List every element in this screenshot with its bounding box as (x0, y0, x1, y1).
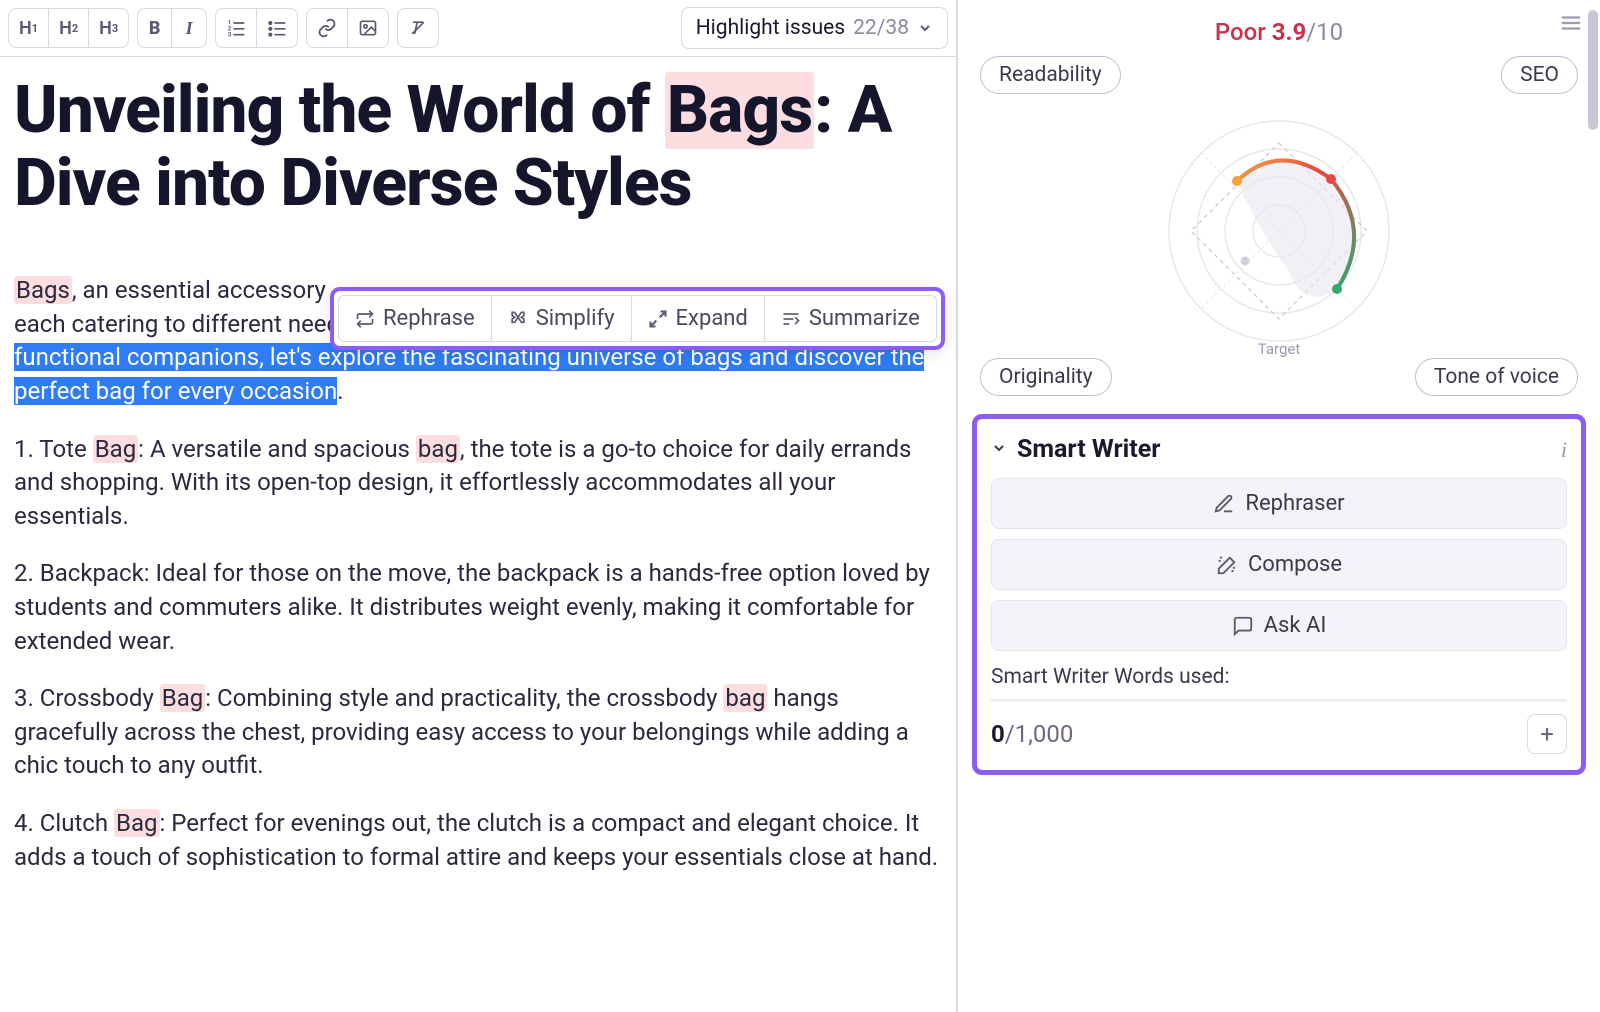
h3-button[interactable]: H3 (89, 9, 128, 47)
simplify-button[interactable]: Simplify (492, 296, 632, 341)
score-label: Poor (1215, 18, 1266, 46)
keyword-highlight: Bags (665, 72, 814, 149)
h2-button[interactable]: H2 (49, 9, 89, 47)
seo-pill[interactable]: SEO (1501, 56, 1578, 94)
originality-pill[interactable]: Originality (980, 358, 1112, 396)
ordered-list-button[interactable]: 123 (216, 9, 257, 47)
clear-group (397, 8, 439, 48)
scrollbar-thumb[interactable] (1588, 10, 1598, 130)
rephrase-button[interactable]: Rephrase (339, 296, 492, 341)
words-used-label: Smart Writer Words used: (991, 665, 1567, 689)
radar-chart (1159, 111, 1399, 351)
h1-button[interactable]: H1 (9, 9, 49, 47)
list-item-2[interactable]: 2. Backpack: Ideal for those on the move… (14, 557, 942, 658)
add-words-button[interactable]: + (1527, 714, 1567, 754)
keyword-highlight: Bag (114, 809, 159, 837)
chat-icon (1232, 615, 1254, 637)
smart-writer-title: Smart Writer (1017, 435, 1551, 464)
link-button[interactable] (307, 9, 348, 47)
summarize-icon (781, 309, 801, 329)
tone-pill[interactable]: Tone of voice (1415, 358, 1578, 396)
side-panel: Poor 3.9/10 Readability SEO Originality … (958, 0, 1600, 1012)
score-value: 3.9 (1272, 18, 1307, 46)
chevron-down-icon (917, 20, 933, 36)
editor-pane: H1 H2 H3 B I 123 (0, 0, 958, 1012)
ordered-list-icon: 123 (226, 18, 246, 38)
svg-text:3: 3 (228, 30, 232, 38)
insert-group (306, 8, 389, 48)
expand-button[interactable]: Expand (632, 296, 765, 341)
list-item-3[interactable]: 3. Crossbody Bag: Combining style and pr… (14, 682, 942, 783)
format-group: B I (137, 8, 207, 48)
keyword-highlight: bag (416, 435, 460, 463)
menu-button[interactable] (1560, 14, 1582, 36)
quality-radar: Readability SEO Originality Tone of voic… (972, 56, 1586, 396)
clear-format-button[interactable] (398, 9, 438, 47)
clear-format-icon (408, 18, 428, 38)
info-button[interactable]: i (1561, 437, 1567, 463)
heading-group: H1 H2 H3 (8, 8, 129, 48)
readability-pill[interactable]: Readability (980, 56, 1121, 94)
document-title[interactable]: Unveiling the World of Bags: A Dive into… (14, 75, 942, 220)
highlight-issues-label: Highlight issues (696, 16, 845, 40)
bold-button[interactable]: B (138, 9, 172, 47)
chevron-down-icon (991, 440, 1007, 456)
keyword-highlight: bag (723, 684, 767, 712)
bullet-list-icon (267, 18, 287, 38)
expand-icon (648, 309, 668, 329)
keyword-highlight: Bag (93, 435, 138, 463)
edit-icon (1213, 493, 1235, 515)
keyword-highlight: Bags (14, 276, 72, 304)
list-item-1[interactable]: 1. Tote Bag: A versatile and spacious ba… (14, 433, 942, 534)
italic-button[interactable]: I (172, 9, 206, 47)
words-used-bar (991, 699, 1567, 702)
simplify-icon (508, 309, 528, 329)
words-used-count: 0/1,000 (991, 720, 1073, 748)
bullet-list-button[interactable] (257, 9, 297, 47)
ask-ai-button[interactable]: Ask AI (991, 600, 1567, 651)
list-group: 123 (215, 8, 298, 48)
image-button[interactable] (348, 9, 388, 47)
compose-button[interactable]: Compose (991, 539, 1567, 590)
smart-writer-header: Smart Writer i (991, 435, 1567, 464)
smart-writer-card: Smart Writer i Rephraser Compose Ask AI … (972, 414, 1586, 775)
list-item-4[interactable]: 4. Clutch Bag: Perfect for evenings out,… (14, 807, 942, 874)
summarize-button[interactable]: Summarize (765, 296, 936, 341)
link-icon (317, 18, 337, 38)
rephraser-button[interactable]: Rephraser (991, 478, 1567, 529)
keyword-highlight: Bag (160, 684, 205, 712)
highlight-issues-count: 22/38 (853, 16, 909, 40)
magic-wand-icon (1216, 554, 1238, 576)
toolbar: H1 H2 H3 B I 123 (0, 0, 956, 57)
quality-score: Poor 3.9/10 (972, 18, 1586, 46)
rephrase-icon (355, 309, 375, 329)
selection-toolbar: Rephrase Simplify Expand Summarize (330, 287, 945, 350)
image-icon (358, 18, 378, 38)
editor-body[interactable]: Unveiling the World of Bags: A Dive into… (0, 57, 956, 1012)
highlight-issues-dropdown[interactable]: Highlight issues 22/38 (681, 7, 948, 49)
collapse-toggle[interactable] (991, 440, 1007, 460)
target-label: Target (1258, 340, 1301, 358)
score-max: /10 (1306, 18, 1343, 46)
hamburger-icon (1560, 14, 1582, 32)
